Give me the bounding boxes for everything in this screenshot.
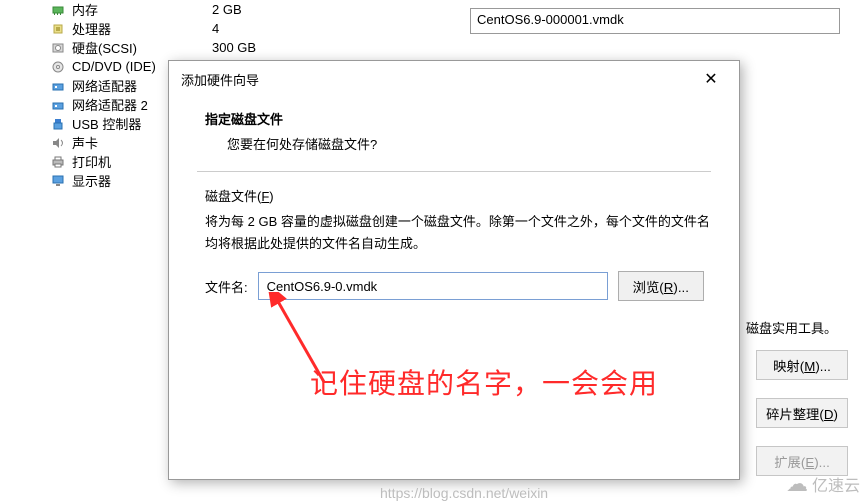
annotation-text: 记住硬盘的名字，一会会用: [310, 362, 658, 402]
disk-file-section-label: 磁盘文件(F): [205, 186, 711, 205]
filename-label: 文件名:: [205, 277, 248, 296]
watermark-logo: ☁ 亿速云: [786, 471, 860, 497]
device-value: 2 GB: [212, 2, 242, 17]
network-icon: [50, 78, 66, 94]
dialog-title: 添加硬件向导: [181, 70, 259, 89]
device-value: 4: [212, 21, 219, 36]
watermark-url: https://blog.csdn.net/weixin: [380, 485, 548, 501]
device-label: 内存: [72, 0, 212, 19]
dialog-description: 将为每 2 GB 容量的虚拟磁盘创建一个磁盘文件。除第一个文件之外，每个文件的文…: [205, 211, 711, 255]
device-label: 处理器: [72, 19, 212, 38]
disk-file-display: CentOS6.9-000001.vmdk: [470, 8, 840, 34]
dialog-titlebar: 添加硬件向导 ✕: [169, 61, 739, 97]
cloud-icon: ☁: [786, 471, 808, 497]
memory-icon: [50, 2, 66, 18]
disk-icon: [50, 40, 66, 56]
printer-icon: [50, 154, 66, 170]
sound-icon: [50, 135, 66, 151]
cpu-icon: [50, 21, 66, 37]
close-icon[interactable]: ✕: [695, 69, 727, 89]
defrag-button[interactable]: 碎片整理(D): [756, 398, 848, 428]
dialog-heading: 指定磁盘文件: [205, 109, 711, 128]
device-label: 硬盘(SCSI): [72, 38, 212, 57]
dialog-subheading: 您要在何处存储磁盘文件?: [227, 134, 711, 153]
add-hardware-wizard-dialog: 添加硬件向导 ✕ 指定磁盘文件 您要在何处存储磁盘文件? 磁盘文件(F) 将为每…: [168, 60, 740, 480]
display-icon: [50, 173, 66, 189]
filename-input[interactable]: [258, 272, 608, 300]
map-button[interactable]: 映射(M)...: [756, 350, 848, 380]
cddvd-icon: [50, 59, 66, 75]
divider: [197, 171, 711, 172]
device-row-cpu[interactable]: 处理器 4: [32, 19, 452, 38]
usb-icon: [50, 116, 66, 132]
device-row-disk[interactable]: 硬盘(SCSI) 300 GB: [32, 38, 452, 57]
disk-utility-label: 磁盘实用工具。: [746, 318, 837, 337]
browse-button[interactable]: 浏览(R)...: [618, 271, 704, 301]
device-value: 300 GB: [212, 40, 256, 55]
watermark-text: 亿速云: [812, 472, 860, 496]
network-icon: [50, 97, 66, 113]
device-row-memory[interactable]: 内存 2 GB: [32, 0, 452, 19]
